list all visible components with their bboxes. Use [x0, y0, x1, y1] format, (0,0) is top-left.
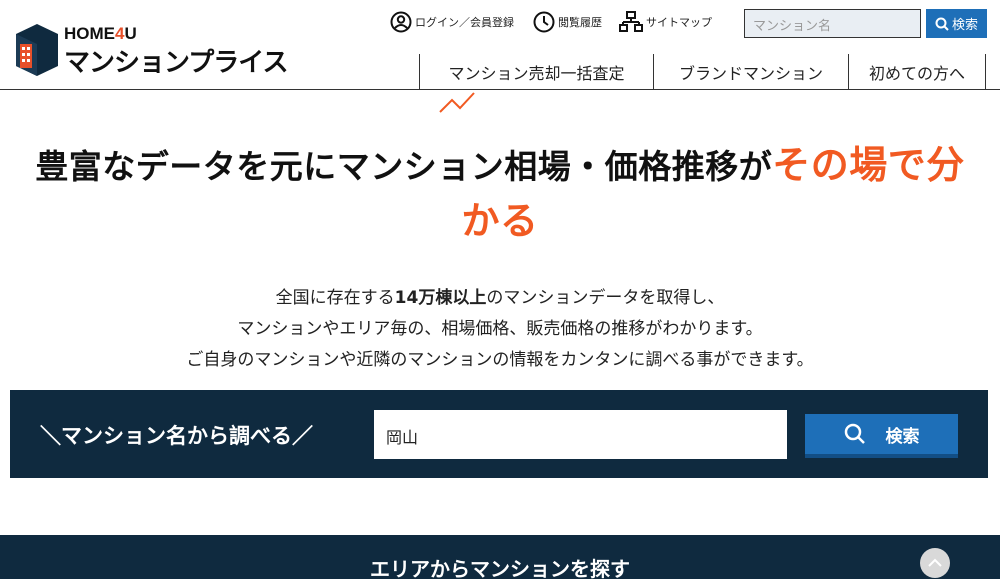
header-search-input[interactable]: マンション名	[744, 9, 921, 38]
login-label: ログイン／会員登録	[415, 16, 514, 29]
nav-brand-mansion[interactable]: ブランドマンション	[653, 54, 848, 89]
search-band-label: ＼マンション名から調べる／	[40, 424, 313, 448]
hero-title: 豊富なデータを元にマンション相場・価格推移がその場で分 かる	[0, 138, 1000, 250]
sitemap-link[interactable]: サイトマップ	[619, 10, 712, 34]
description-line-2: マンションやエリア毎の、相場価格、販売価格の推移がわかります。	[237, 319, 763, 339]
clock-icon	[533, 11, 555, 33]
site-logo[interactable]: HOME4U マンションプライス	[14, 22, 288, 82]
mansion-search-button[interactable]: 検索	[805, 414, 958, 458]
search-icon	[935, 17, 949, 31]
chevron-up-icon	[928, 558, 942, 567]
sitemap-label: サイトマップ	[646, 16, 712, 29]
site-header: HOME4U マンションプライス ログイン／会員登録 閲覧履歴 サイトマップ マ…	[0, 0, 1000, 90]
login-link[interactable]: ログイン／会員登録	[390, 10, 514, 34]
hero-title-accent-line2: かる	[461, 199, 539, 243]
logo-bottom-text: マンションプライス	[64, 48, 288, 78]
header-search-button[interactable]: 検索	[926, 9, 987, 38]
area-search-band[interactable]: エリアからマンションを探す	[0, 535, 1000, 581]
area-search-title: エリアからマンションを探す	[370, 557, 630, 581]
scroll-to-top-button[interactable]	[920, 548, 950, 578]
hero-title-accent: その場で分	[772, 143, 965, 187]
search-icon	[844, 423, 865, 444]
mansion-search-label: 検索	[885, 426, 920, 447]
header-search-label: 検索	[951, 18, 978, 33]
mansion-name-input[interactable]: 岡山	[374, 410, 787, 459]
sitemap-icon	[619, 11, 643, 32]
description-line-3: ご自身のマンションや近隣のマンションの情報をカンタンに調べる事ができます。	[186, 350, 814, 370]
hero-title-main: 豊富なデータを元にマンション相場・価格推移が	[35, 147, 773, 186]
logo-building-icon	[16, 24, 58, 76]
logo-top-text: HOME4U	[64, 24, 137, 43]
nav-sell-assessment[interactable]: マンション売却一括査定	[419, 54, 653, 89]
user-circle-icon	[390, 11, 412, 33]
description-line-1: 全国に存在する14万棟以上のマンションデータを取得し、	[275, 288, 725, 308]
history-label: 閲覧履歴	[558, 16, 602, 29]
description: 全国に存在する14万棟以上のマンションデータを取得し、 マンションやエリア毎の、…	[0, 283, 1000, 376]
nav-first-time[interactable]: 初めての方へ	[848, 54, 986, 89]
history-link[interactable]: 閲覧履歴	[533, 10, 602, 34]
nav-active-indicator-icon	[439, 92, 475, 113]
mansion-search-band: ＼マンション名から調べる／ 岡山 検索	[10, 390, 988, 478]
